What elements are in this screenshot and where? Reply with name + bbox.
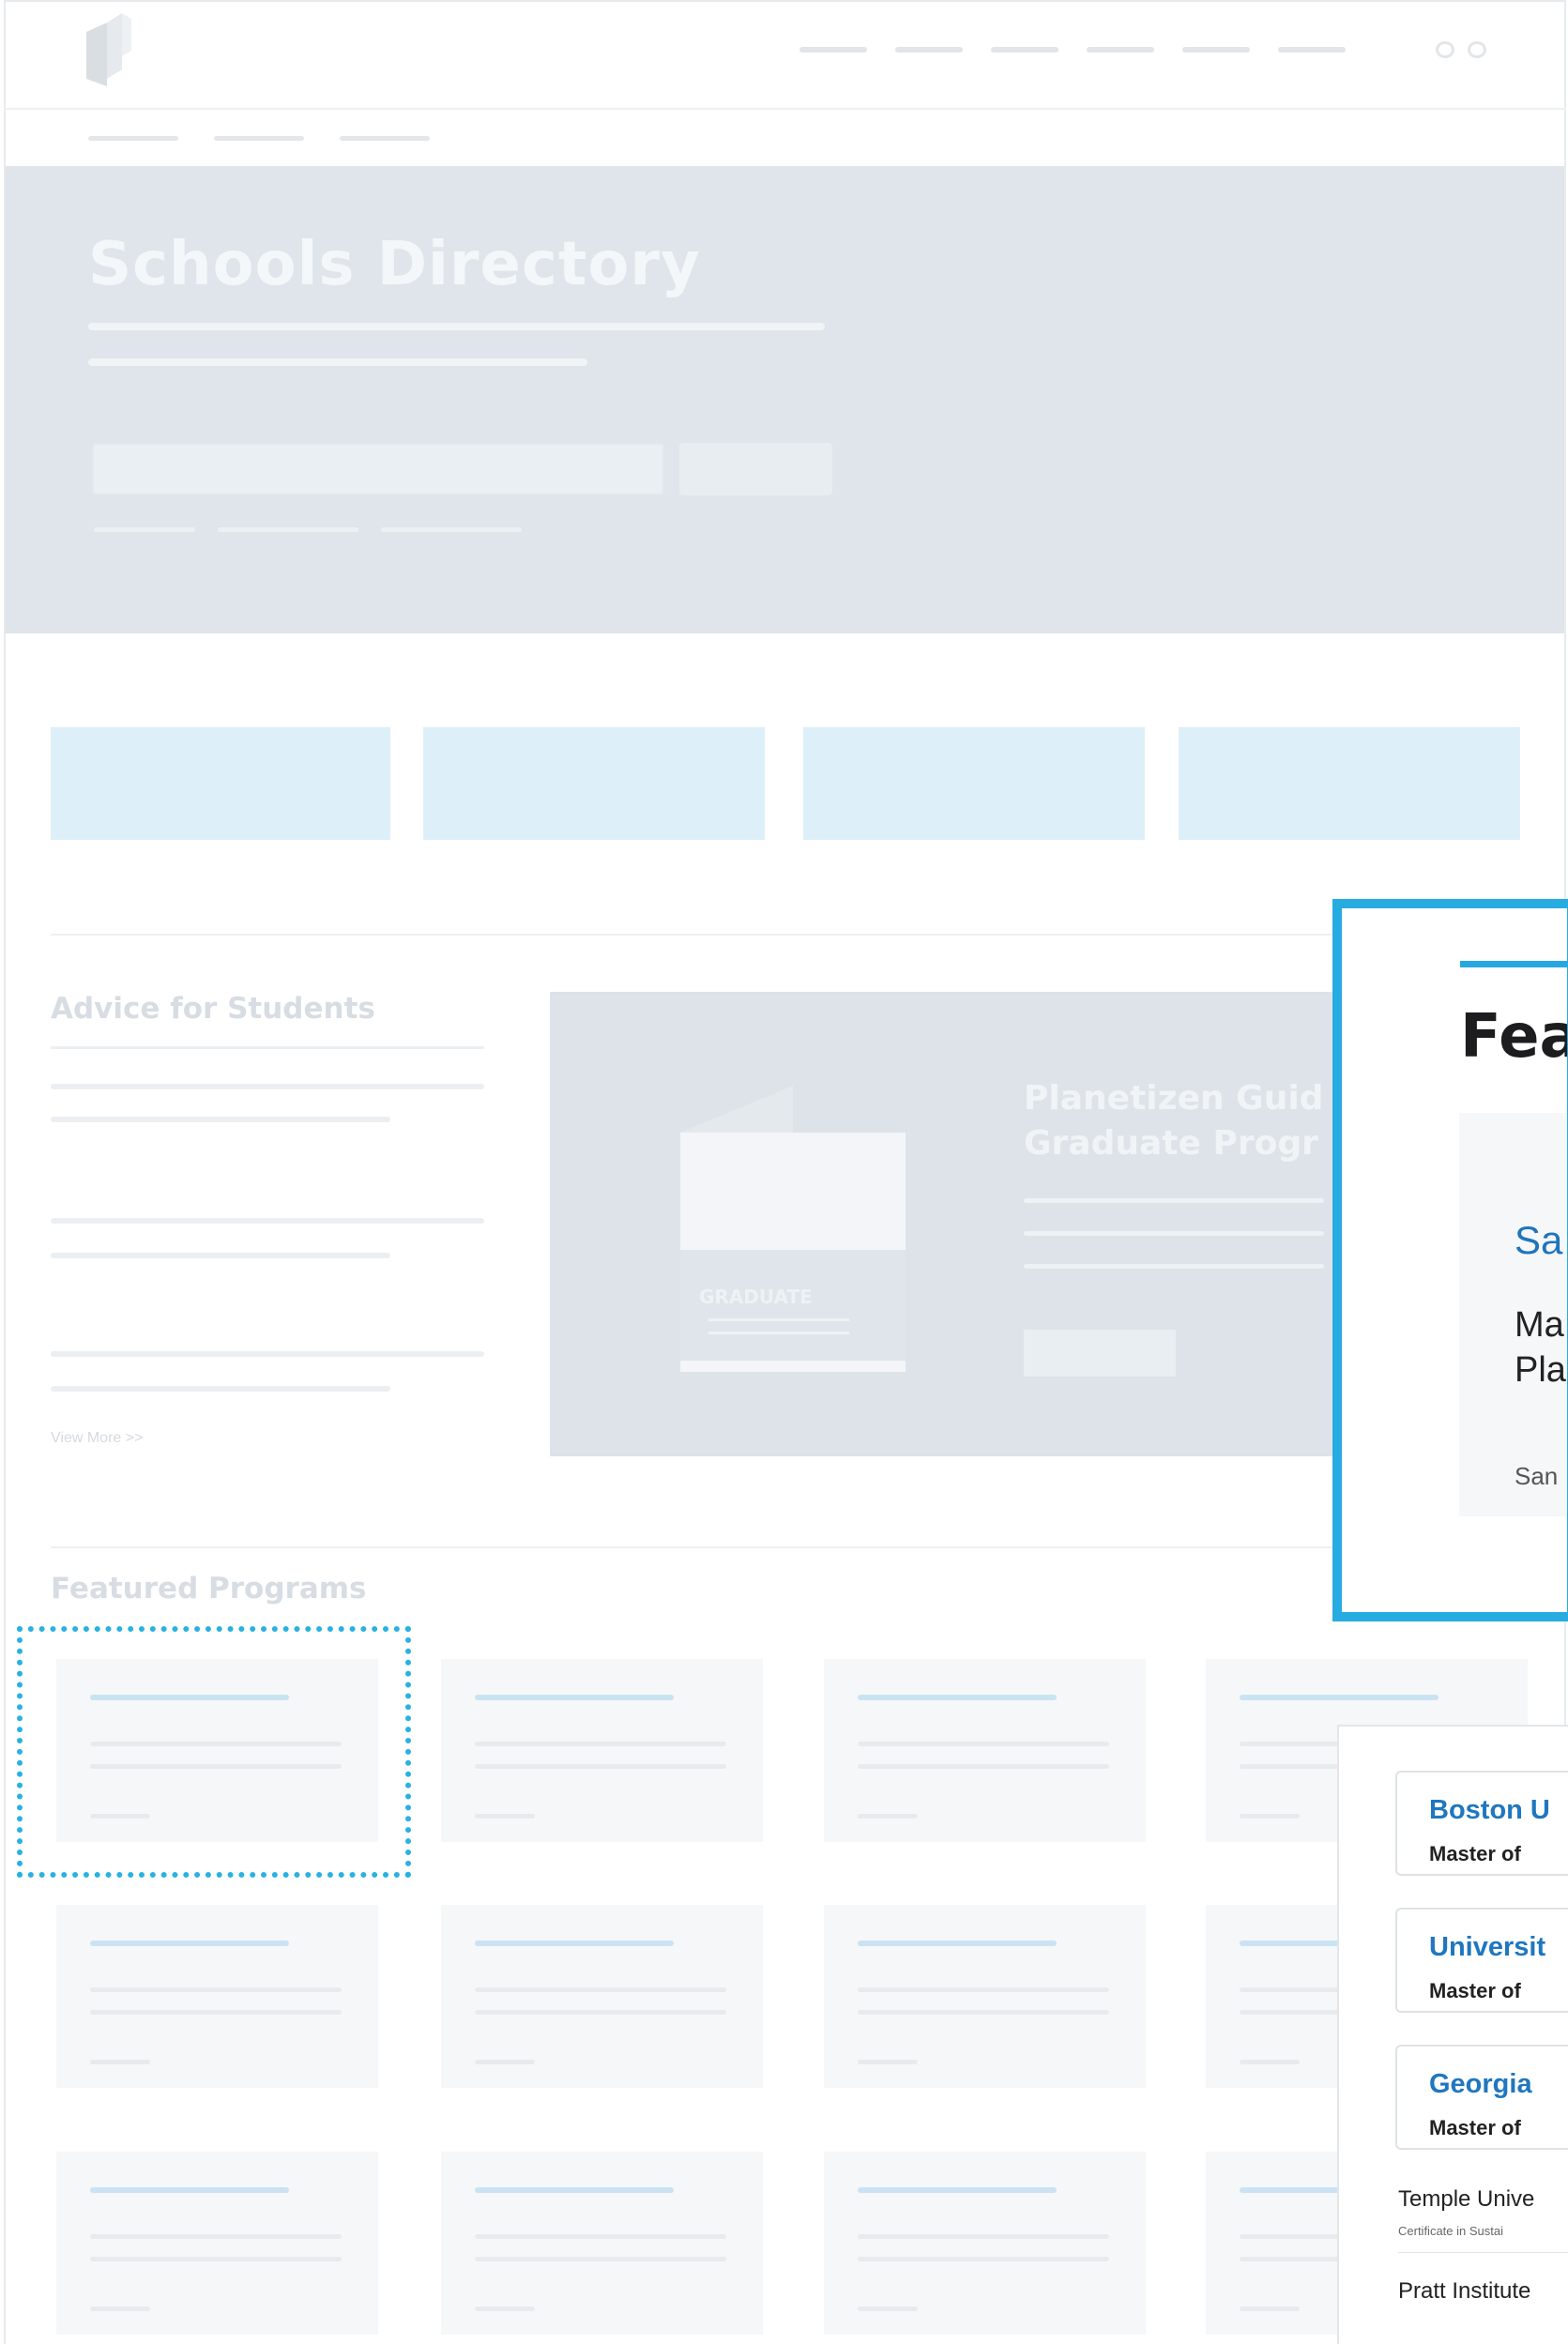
degree-name: Master of: [1429, 1979, 1521, 2002]
program-card[interactable]: [56, 2152, 378, 2335]
advice-article-line[interactable]: [51, 1351, 484, 1357]
nav-item[interactable]: [799, 47, 867, 53]
program-list-item[interactable]: Universit Master of: [1395, 1908, 1568, 2013]
program-list-panel: Boston U Master of Universit Master of G…: [1337, 1725, 1568, 2344]
breadcrumb-item[interactable]: [88, 136, 178, 141]
quick-link[interactable]: [381, 527, 522, 532]
list-divider: [1398, 2252, 1568, 2253]
school-name[interactable]: Temple Unive: [1398, 2186, 1534, 2213]
hero-quick-links: [94, 527, 522, 532]
advice-article-line[interactable]: [51, 1386, 390, 1392]
guide-book-image: GRADUATE: [680, 1086, 906, 1372]
nav-item[interactable]: [991, 47, 1058, 53]
callout-location: San: [1515, 1462, 1559, 1490]
school-name[interactable]: Boston U: [1429, 1795, 1550, 1826]
advice-article-line[interactable]: [51, 1084, 484, 1089]
promo-title: Planetizen Guid Graduate Progr: [1024, 1079, 1324, 1163]
breadcrumb-item[interactable]: [214, 136, 304, 141]
highlight-outline: [17, 1626, 411, 1878]
school-name[interactable]: Georgia: [1429, 2069, 1532, 2100]
category-tile[interactable]: [1179, 727, 1520, 840]
quick-link[interactable]: [218, 527, 358, 532]
site-logo[interactable]: [86, 13, 131, 86]
book-label: GRADUATE: [699, 1286, 813, 1308]
promo-text-line: [1024, 1231, 1324, 1236]
degree-name: Master of: [1429, 2116, 1521, 2139]
program-card[interactable]: [441, 1905, 763, 2088]
category-tile[interactable]: [423, 727, 765, 840]
header-divider: [4, 108, 1566, 110]
hero-description-line: [88, 323, 825, 330]
nav-item[interactable]: [1278, 47, 1346, 53]
program-card[interactable]: [824, 1905, 1146, 2088]
promo-text-line: [1024, 1198, 1324, 1203]
category-tile[interactable]: [51, 727, 390, 840]
category-tile[interactable]: [803, 727, 1145, 840]
school-name[interactable]: Pratt Institute: [1398, 2278, 1530, 2305]
advice-article-line[interactable]: [51, 1253, 390, 1258]
nav-item[interactable]: [1182, 47, 1250, 53]
program-card[interactable]: [56, 1905, 378, 2088]
advice-article-line[interactable]: [51, 1218, 484, 1224]
advice-underline: [51, 1046, 484, 1049]
user-icon[interactable]: [1468, 41, 1486, 58]
hero-banner: Schools Directory: [6, 166, 1564, 633]
school-name[interactable]: Universit: [1429, 1932, 1545, 1963]
degree-name: Certificate in Sustai: [1398, 2224, 1503, 2238]
program-card[interactable]: [441, 1659, 763, 1842]
zoom-callout: Fea Sa Ma Pla San: [1332, 899, 1568, 1621]
school-search-input[interactable]: [92, 443, 664, 495]
search-button[interactable]: [679, 443, 832, 495]
callout-school-name[interactable]: Sa: [1515, 1218, 1562, 1263]
program-list-item[interactable]: Boston U Master of: [1395, 1771, 1568, 1876]
promo-text-line: [1024, 1264, 1324, 1269]
program-card[interactable]: [824, 2152, 1146, 2335]
callout-heading: Fea: [1460, 1002, 1568, 1072]
page-title: Schools Directory: [88, 230, 701, 299]
nav-item[interactable]: [895, 47, 963, 53]
section-divider: [51, 1546, 1520, 1548]
quick-link[interactable]: [94, 527, 195, 532]
advice-article-line[interactable]: [51, 1117, 390, 1122]
program-card[interactable]: [441, 2152, 763, 2335]
nav-icons: [1436, 41, 1486, 58]
program-card[interactable]: [824, 1659, 1146, 1842]
search-icon[interactable]: [1436, 41, 1454, 58]
view-more-link[interactable]: View More >>: [51, 1430, 143, 1447]
main-nav: [799, 47, 1346, 53]
callout-program-name: Ma Pla: [1515, 1305, 1566, 1390]
promo-button[interactable]: [1024, 1330, 1176, 1377]
degree-name: Master of: [1429, 1842, 1521, 1865]
callout-accent-bar: [1460, 961, 1567, 967]
nav-item[interactable]: [1087, 47, 1154, 53]
section-divider: [51, 934, 1520, 936]
breadcrumb: [88, 136, 430, 141]
breadcrumb-item[interactable]: [340, 136, 430, 141]
featured-programs-heading: Featured Programs: [51, 1572, 367, 1606]
advice-heading: Advice for Students: [51, 992, 375, 1026]
program-list-item[interactable]: Georgia Master of: [1395, 2045, 1568, 2150]
hero-description-line: [88, 358, 587, 366]
